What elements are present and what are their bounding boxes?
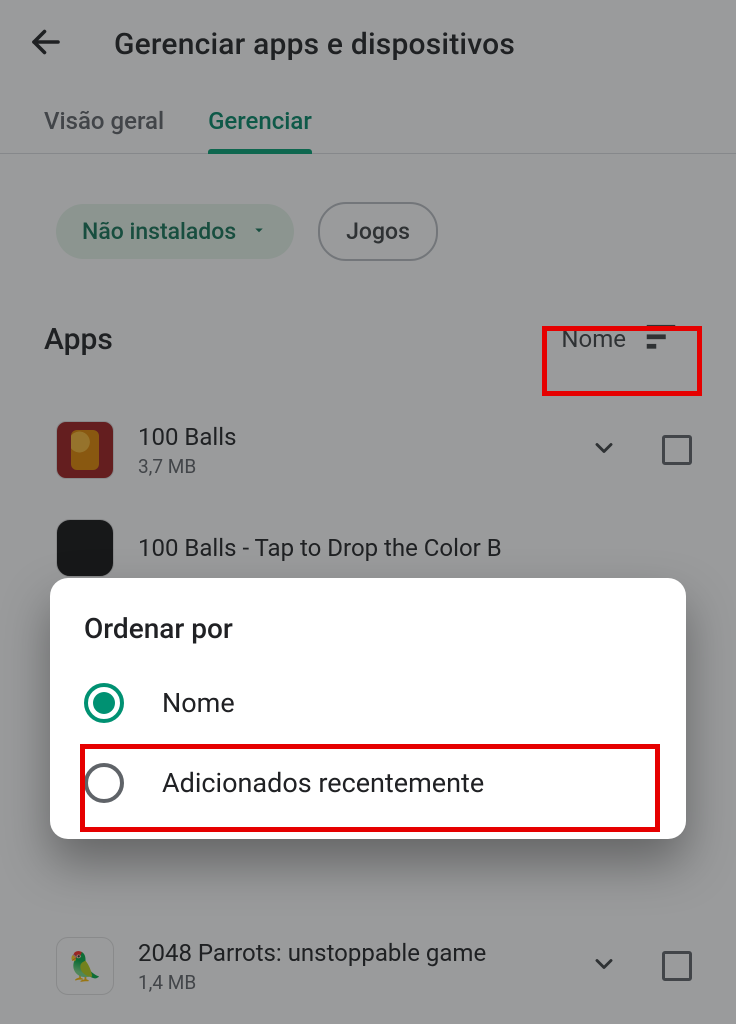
dialog-title: Ordenar por	[50, 612, 686, 663]
sort-option-name[interactable]: Nome	[50, 663, 686, 743]
radio-selected-icon	[84, 683, 124, 723]
sort-option-label: Nome	[162, 687, 235, 719]
dialog-scrim[interactable]	[0, 0, 736, 1024]
radio-unselected-icon	[84, 763, 124, 803]
sort-dialog: Ordenar por Nome Adicionados recentement…	[50, 578, 686, 839]
sort-option-recent[interactable]: Adicionados recentemente	[50, 743, 686, 823]
sort-option-label: Adicionados recentemente	[162, 767, 484, 799]
